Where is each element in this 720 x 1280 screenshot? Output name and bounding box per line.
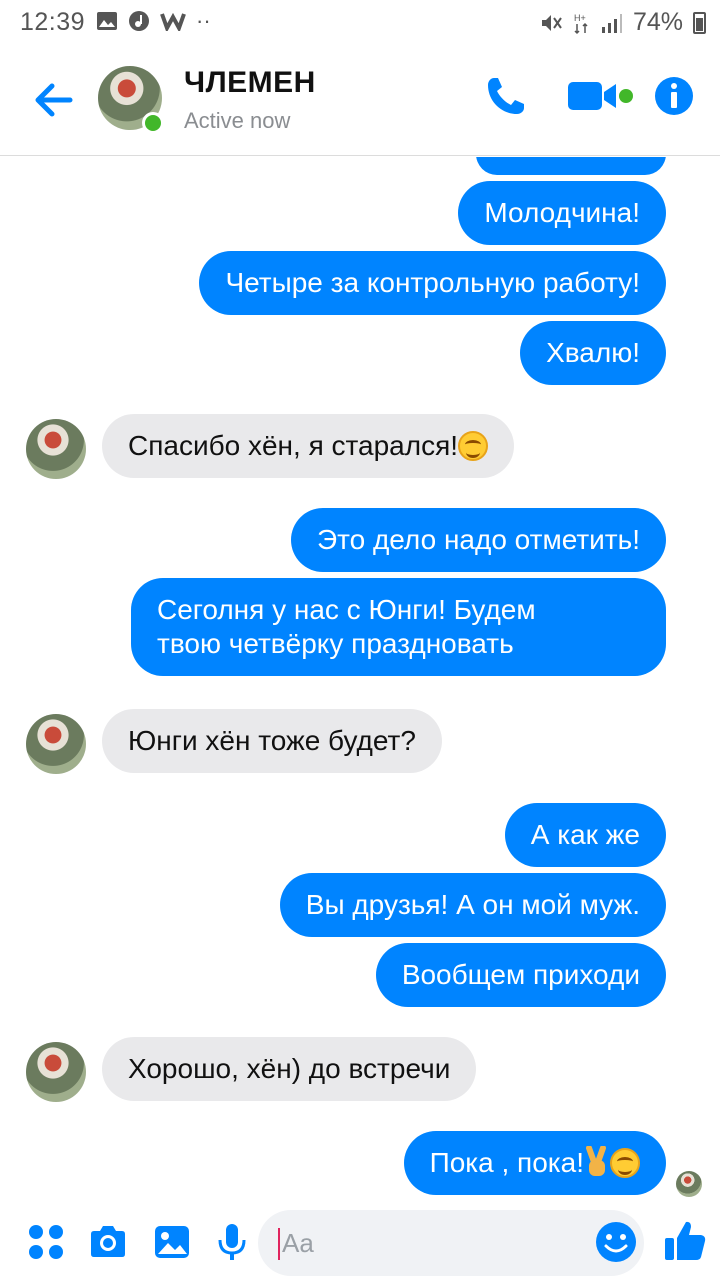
- seen-indicator-avatar: [676, 1171, 702, 1197]
- info-icon[interactable]: [654, 74, 694, 118]
- message-text: Спасибо хён, я старался!: [128, 430, 459, 461]
- message-bubble-cut-off[interactable]: [476, 157, 666, 175]
- message-bubble-incoming[interactable]: Хорошо, хён) до встречи: [102, 1037, 477, 1101]
- message-bubble-outgoing[interactable]: Вообщем приходи: [375, 943, 666, 1007]
- thumbs-up-icon[interactable]: [662, 1218, 708, 1264]
- battery-percent: 74%: [632, 8, 683, 36]
- message-input-placeholder: Aa: [282, 1228, 314, 1258]
- message-bubble-outgoing[interactable]: Это дело надо отметить!: [290, 508, 666, 572]
- message-bubble-incoming[interactable]: Юнги хён тоже будет?: [102, 709, 442, 773]
- status-bar: 12:39 ·· H+ 74%: [0, 0, 720, 44]
- sender-avatar[interactable]: [26, 714, 86, 774]
- phone-icon[interactable]: [484, 74, 528, 118]
- notification-icons: ··: [96, 8, 211, 34]
- emoji-icon[interactable]: [594, 1220, 638, 1264]
- message-bubble-outgoing[interactable]: Хвалю!: [520, 321, 666, 385]
- message-bubble-outgoing[interactable]: А как же: [504, 803, 666, 867]
- message-bubble-incoming[interactable]: Спасибо хён, я старался!: [102, 414, 515, 478]
- victory-hand-emoji-icon: [586, 1145, 606, 1176]
- sender-avatar[interactable]: [26, 1042, 86, 1102]
- status-time: 12:39: [20, 8, 86, 36]
- message-line: Сеголня у нас с Юнги! Будем: [157, 594, 536, 625]
- message-list[interactable]: Молодчина! Четыре за контрольную работу!…: [0, 157, 720, 1202]
- network-type-icon: H+: [574, 13, 588, 34]
- w-notification-icon: [160, 12, 186, 31]
- message-input[interactable]: Aa: [258, 1210, 644, 1276]
- battery-icon: [693, 11, 706, 34]
- online-indicator: [142, 112, 164, 134]
- music-notification-icon: [129, 11, 149, 31]
- gallery-icon[interactable]: [152, 1222, 192, 1262]
- back-arrow-icon[interactable]: [30, 78, 78, 122]
- video-camera-icon[interactable]: [566, 74, 636, 118]
- gallery-notification-icon: [97, 12, 117, 30]
- smiling-face-emoji-icon: [458, 431, 489, 461]
- message-bubble-outgoing[interactable]: Молодчина!: [458, 181, 666, 245]
- contact-status: Active now: [184, 108, 291, 133]
- signal-icon: [601, 13, 622, 33]
- message-line: твою четвёрку праздновать: [157, 628, 514, 659]
- svg-text:H+: H+: [574, 13, 586, 23]
- system-icons: H+ 74%: [539, 8, 706, 37]
- message-bubble-outgoing[interactable]: Четыре за контрольную работу!: [199, 251, 666, 315]
- sender-avatar[interactable]: [26, 419, 86, 479]
- mute-icon: [541, 14, 562, 31]
- apps-icon[interactable]: [26, 1222, 66, 1262]
- microphone-icon[interactable]: [212, 1222, 252, 1262]
- text-caret: [278, 1228, 280, 1260]
- camera-icon[interactable]: [88, 1222, 128, 1262]
- message-bubble-outgoing[interactable]: Пока , пока!: [403, 1131, 666, 1195]
- message-text: Пока , пока!: [429, 1147, 584, 1178]
- smiling-face-emoji-icon: [610, 1148, 640, 1178]
- message-bubble-outgoing[interactable]: Сеголня у нас с Юнги! Будем твою четвёрк…: [131, 578, 666, 676]
- more-notifications-icon: ··: [196, 8, 211, 33]
- contact-name[interactable]: ЧЛЕМЕН: [184, 66, 316, 100]
- message-composer: Aa: [0, 1202, 720, 1280]
- conversation-header: ЧЛЕМЕН Active now: [0, 44, 720, 156]
- message-bubble-outgoing[interactable]: Вы друзья! А он мой муж.: [279, 873, 666, 937]
